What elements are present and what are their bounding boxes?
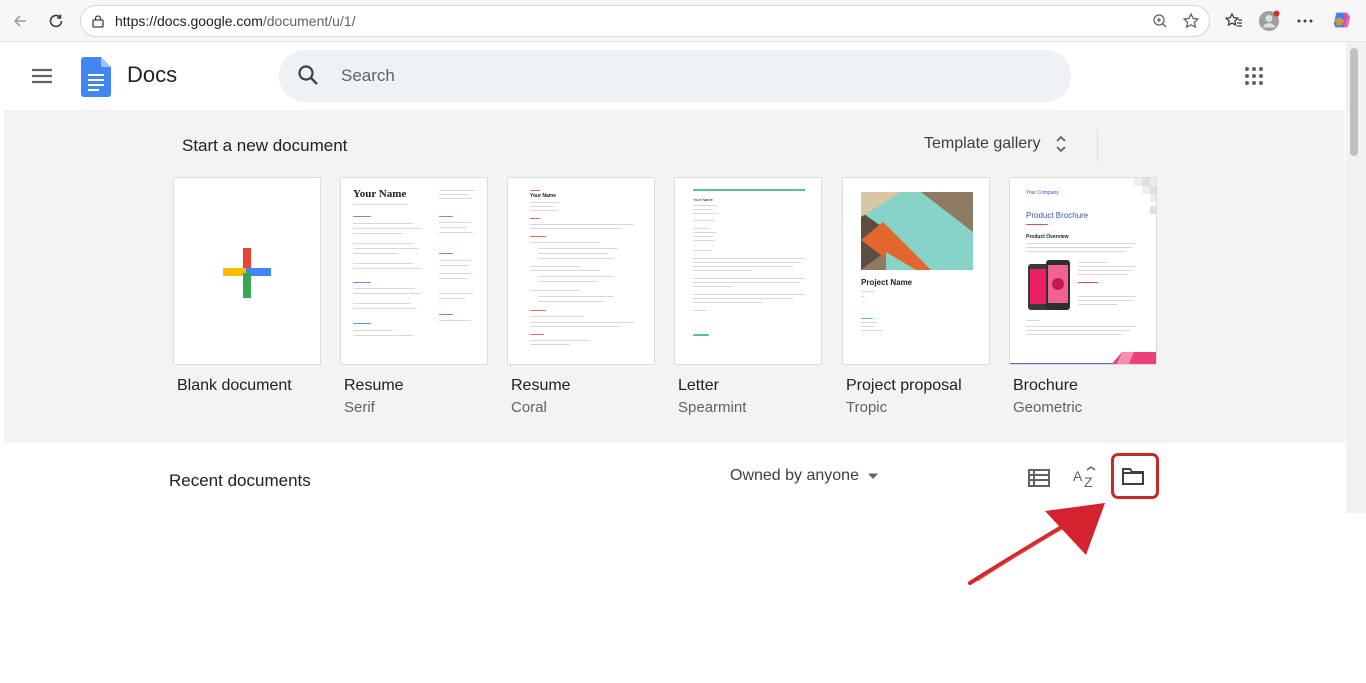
- more-options-icon[interactable]: [1294, 10, 1316, 32]
- template-subtitle: Serif: [344, 399, 375, 416]
- template-name: Resume: [344, 377, 404, 394]
- recent-documents-section: Recent documents Owned by anyone AZ: [4, 443, 1345, 513]
- favorites-icon[interactable]: [1223, 10, 1245, 32]
- template-name: Project proposal: [846, 377, 962, 394]
- thumb-name: Your Name: [693, 197, 713, 202]
- project-proposal-thumbnail[interactable]: Project Name: [842, 177, 990, 365]
- apps-grid-icon[interactable]: [1243, 65, 1265, 87]
- reload-icon[interactable]: [44, 9, 68, 33]
- search-placeholder: Search: [341, 66, 395, 85]
- page-scrollbar[interactable]: [1346, 42, 1366, 513]
- corner-pattern: [1134, 178, 1156, 214]
- template-name: Letter: [678, 377, 719, 394]
- thumb-section: Product Overview: [1026, 234, 1069, 240]
- accent-rule: [693, 189, 805, 191]
- app-title[interactable]: Docs: [127, 62, 177, 88]
- template-subtitle: Tropic: [846, 399, 888, 416]
- resume-coral-thumbnail[interactable]: Your Name: [507, 177, 655, 365]
- browser-toolbar: https://docs.google.com/document/u/1/: [0, 0, 1366, 42]
- url-host: https://docs.google.com: [115, 13, 263, 29]
- docs-header: Docs Search: [4, 42, 1345, 111]
- profile-avatar-icon[interactable]: [1258, 10, 1280, 32]
- owner-filter-dropdown[interactable]: Owned by anyone: [730, 467, 879, 485]
- template-subtitle: Geometric: [1013, 399, 1083, 416]
- template-name: Resume: [511, 377, 571, 394]
- template-subtitle: Coral: [511, 399, 547, 416]
- folder-highlight-box: [1111, 453, 1159, 499]
- thumb-title: Your Name: [353, 188, 407, 200]
- red-arrow-annotation: [968, 503, 1105, 585]
- copilot-icon[interactable]: [1331, 9, 1353, 31]
- template-resume-coral[interactable]: Your Name Resume Coral: [507, 177, 655, 416]
- template-section: Start a new document Template gallery Bl…: [4, 111, 1345, 443]
- template-blank[interactable]: Blank document: [173, 177, 321, 395]
- svg-text:Z: Z: [1084, 474, 1093, 490]
- back-icon[interactable]: [8, 9, 32, 33]
- plus-icon: [223, 248, 271, 298]
- search-icon[interactable]: [297, 64, 319, 86]
- template-letter-spearmint[interactable]: Your Name Letter Spearmint: [674, 177, 822, 416]
- template-gallery-label: Template gallery: [924, 135, 1041, 152]
- site-info-icon[interactable]: [87, 10, 109, 32]
- recent-documents-title: Recent documents: [169, 471, 311, 490]
- docs-logo-icon[interactable]: [80, 56, 112, 98]
- search-input[interactable]: Search: [279, 50, 1071, 102]
- template-brochure[interactable]: Your Company Product Brochure Product Ov…: [1009, 177, 1157, 416]
- address-bar[interactable]: https://docs.google.com/document/u/1/: [80, 5, 1210, 37]
- footer-geometry: [1010, 352, 1156, 364]
- main-menu-icon[interactable]: [31, 65, 53, 87]
- resume-serif-thumbnail[interactable]: Your Name: [340, 177, 488, 365]
- template-gallery-button[interactable]: Template gallery: [914, 125, 1077, 163]
- divider: [1097, 129, 1098, 161]
- dropdown-arrow-icon: [867, 472, 879, 480]
- url-path: /document/u/1/: [262, 13, 356, 29]
- thumb-title: Project Name: [861, 278, 913, 287]
- thumb-title: Your Name: [530, 193, 557, 199]
- section-title: Start a new document: [182, 136, 348, 155]
- svg-text:A: A: [1073, 468, 1083, 484]
- owner-filter-label: Owned by anyone: [730, 467, 859, 484]
- template-name: Blank document: [177, 377, 292, 394]
- brochure-thumbnail[interactable]: Your Company Product Brochure Product Ov…: [1009, 177, 1157, 365]
- list-view-icon[interactable]: [1024, 463, 1054, 493]
- template-subtitle: Spearmint: [678, 399, 747, 416]
- blank-thumbnail[interactable]: [173, 177, 321, 365]
- tropic-art: [861, 192, 973, 270]
- phone-image: [1028, 260, 1070, 310]
- zoom-icon[interactable]: [1149, 10, 1171, 32]
- template-resume-serif[interactable]: Your Name Resume Serif: [340, 177, 488, 416]
- template-name: Brochure: [1013, 377, 1078, 394]
- scrollbar-thumb[interactable]: [1350, 48, 1358, 156]
- sort-az-icon[interactable]: AZ: [1070, 463, 1100, 493]
- thumb-title: Product Brochure: [1026, 211, 1089, 220]
- url-text: https://docs.google.com/document/u/1/: [115, 13, 356, 29]
- unfold-icon: [1055, 134, 1067, 154]
- docs-home: Docs Search Start a new document Templat…: [4, 42, 1345, 513]
- thumb-company: Your Company: [1026, 190, 1059, 196]
- letter-spearmint-thumbnail[interactable]: Your Name: [674, 177, 822, 365]
- template-project-proposal[interactable]: Project Name Project proposal Tropic: [842, 177, 990, 416]
- favorite-star-icon[interactable]: [1180, 10, 1202, 32]
